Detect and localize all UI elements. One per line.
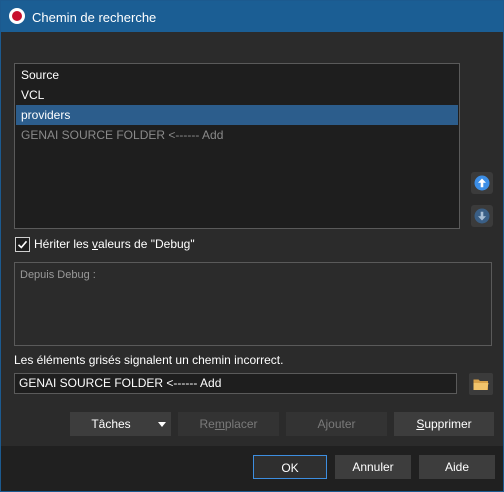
tasks-dropdown-button[interactable]: Tâches: [70, 412, 171, 436]
arrow-down-icon: [474, 208, 490, 224]
greyed-hint-text: Les éléments grisés signalent un chemin …: [14, 353, 284, 367]
move-up-button[interactable]: [471, 172, 493, 194]
move-down-button[interactable]: [471, 205, 493, 227]
list-item[interactable]: VCL: [16, 85, 458, 105]
delphi-app-icon: [9, 8, 25, 24]
list-item[interactable]: Source: [16, 65, 458, 85]
list-item-selected[interactable]: providers: [16, 105, 458, 125]
tasks-label: Tâches: [91, 417, 131, 431]
inherited-values-label: Depuis Debug :: [20, 269, 96, 281]
ok-button[interactable]: OK: [253, 455, 327, 479]
list-item-greyed[interactable]: GENAI SOURCE FOLDER <------ Add: [16, 125, 458, 145]
help-button[interactable]: Aide: [419, 455, 495, 479]
inherit-checkbox-label[interactable]: Hériter les valeurs de "Debug": [34, 237, 195, 251]
arrow-up-icon: [474, 175, 490, 191]
cancel-button[interactable]: Annuler: [335, 455, 411, 479]
delete-button[interactable]: Supprimer: [394, 412, 494, 436]
window-title: Chemin de recherche: [32, 10, 157, 25]
title-bar[interactable]: Chemin de recherche: [1, 1, 503, 32]
path-input[interactable]: GENAI SOURCE FOLDER <------ Add: [14, 373, 457, 394]
replace-button[interactable]: Remplacer: [178, 412, 279, 436]
browse-folder-button[interactable]: [469, 373, 493, 395]
search-path-list[interactable]: Source VCL providers GENAI SOURCE FOLDER…: [14, 63, 460, 229]
dialog-window: Chemin de recherche Source VCL providers…: [0, 0, 504, 492]
chevron-down-icon: [158, 422, 166, 427]
inherit-checkbox[interactable]: [15, 237, 30, 252]
checkmark-icon: [17, 240, 28, 249]
add-button[interactable]: Ajouter: [286, 412, 387, 436]
folder-icon: [473, 379, 489, 390]
inherited-values-box: Depuis Debug :: [14, 262, 492, 346]
